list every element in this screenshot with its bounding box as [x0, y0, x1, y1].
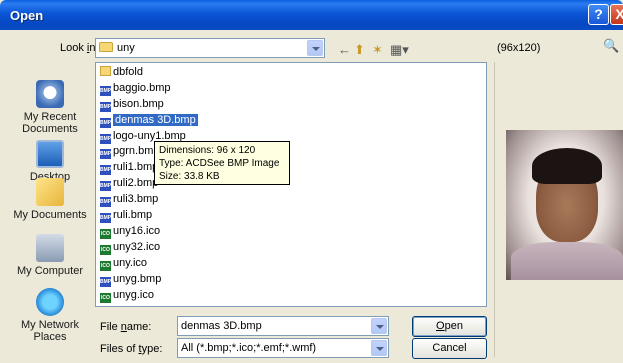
list-item[interactable]: BMP ruli1.bmp: [100, 161, 158, 175]
bmp-file-icon: BMP: [100, 181, 112, 191]
open-button[interactable]: Open: [412, 316, 487, 337]
place-my-computer[interactable]: My Computer: [8, 234, 92, 277]
place-my-recent-documents[interactable]: My Recent Documents: [8, 80, 92, 135]
list-item[interactable]: BMP baggio.bmp: [100, 82, 171, 96]
list-item[interactable]: BMP unyg.bmp: [100, 273, 161, 287]
help-icon: ?: [594, 6, 603, 22]
list-item[interactable]: ICO uny32.ico: [100, 241, 160, 255]
list-item[interactable]: BMP bison.bmp: [100, 98, 164, 112]
bmp-file-icon: BMP: [100, 165, 112, 175]
magnifier-icon[interactable]: 🔍: [603, 38, 623, 58]
tooltip-dimensions: Dimensions: 96 x 120: [159, 145, 256, 156]
places-bar: My Recent Documents Desktop My Documents…: [8, 62, 92, 357]
file-name-label: File name:: [100, 321, 152, 333]
up-folder-icon[interactable]: ⬆: [354, 42, 365, 58]
list-item[interactable]: BMP ruli3.bmp: [100, 193, 158, 207]
file-type-label: Files of type:: [100, 343, 163, 355]
window-title: Open: [10, 8, 44, 23]
ico-file-icon: ICO: [100, 261, 111, 271]
my-documents-icon: [36, 178, 64, 206]
list-item[interactable]: ICO uny.ico: [100, 257, 147, 271]
look-in-label: Look in:: [60, 42, 99, 54]
network-places-icon: [36, 288, 64, 316]
list-item[interactable]: dbfold: [100, 66, 143, 79]
bmp-file-icon: BMP: [100, 213, 112, 223]
file-type-dropdown[interactable]: All (*.bmp;*.ico;*.emf;*.wmf): [177, 338, 389, 358]
back-icon[interactable]: ←: [338, 42, 351, 57]
folder-icon: [99, 42, 113, 52]
file-name-value: denmas 3D.bmp: [181, 320, 262, 332]
tooltip-size: Size: 33.8 KB: [159, 171, 220, 182]
ico-file-icon: ICO: [100, 229, 111, 239]
place-my-network-places[interactable]: My Network Places: [8, 288, 92, 343]
chevron-down-icon[interactable]: [307, 40, 323, 56]
file-type-value: All (*.bmp;*.ico;*.emf;*.wmf): [181, 342, 317, 354]
file-info-tooltip: Dimensions: 96 x 120 Type: ACDSee BMP Im…: [154, 141, 290, 185]
help-button[interactable]: ?: [588, 4, 609, 25]
file-name-field[interactable]: denmas 3D.bmp: [177, 316, 389, 336]
look-in-value: uny: [117, 42, 135, 54]
bmp-file-icon: BMP: [100, 118, 112, 128]
recent-documents-icon: [36, 80, 64, 108]
bmp-file-icon: BMP: [100, 197, 112, 207]
chevron-down-icon[interactable]: [371, 318, 387, 334]
ico-file-icon: ICO: [100, 293, 111, 303]
list-item[interactable]: ICO uny16.ico: [100, 225, 160, 239]
list-item-selected[interactable]: BMP denmas 3D.bmp: [100, 114, 198, 128]
preview-size-label: (96x120): [497, 42, 541, 54]
desktop-icon: [36, 140, 64, 168]
bmp-file-icon: BMP: [100, 86, 112, 96]
bmp-file-icon: BMP: [100, 149, 112, 159]
new-folder-icon[interactable]: ✶: [372, 42, 383, 58]
list-item[interactable]: ICO unyg.ico: [100, 289, 154, 303]
place-my-documents[interactable]: My Documents: [8, 178, 92, 221]
list-item[interactable]: BMP ruli2.bmp: [100, 177, 158, 191]
list-item[interactable]: BMP pgrn.bmp: [100, 145, 159, 159]
views-menu-icon[interactable]: ▦▾: [390, 42, 409, 58]
close-icon: X: [615, 6, 623, 22]
folder-icon: [100, 66, 111, 76]
list-item[interactable]: BMP ruli.bmp: [100, 209, 152, 223]
chevron-down-icon[interactable]: [371, 340, 387, 356]
place-desktop[interactable]: Desktop: [8, 140, 92, 183]
bmp-file-icon: BMP: [100, 134, 112, 144]
ico-file-icon: ICO: [100, 245, 111, 255]
my-computer-icon: [36, 234, 64, 262]
bmp-file-icon: BMP: [100, 102, 112, 112]
tooltip-type: Type: ACDSee BMP Image: [159, 158, 280, 169]
look-in-dropdown[interactable]: uny: [95, 38, 325, 58]
cancel-button[interactable]: Cancel: [412, 338, 487, 359]
close-button[interactable]: X: [610, 4, 623, 25]
bmp-file-icon: BMP: [100, 277, 112, 287]
preview-image: [506, 130, 623, 280]
title-bar: Open ? X: [0, 0, 623, 30]
